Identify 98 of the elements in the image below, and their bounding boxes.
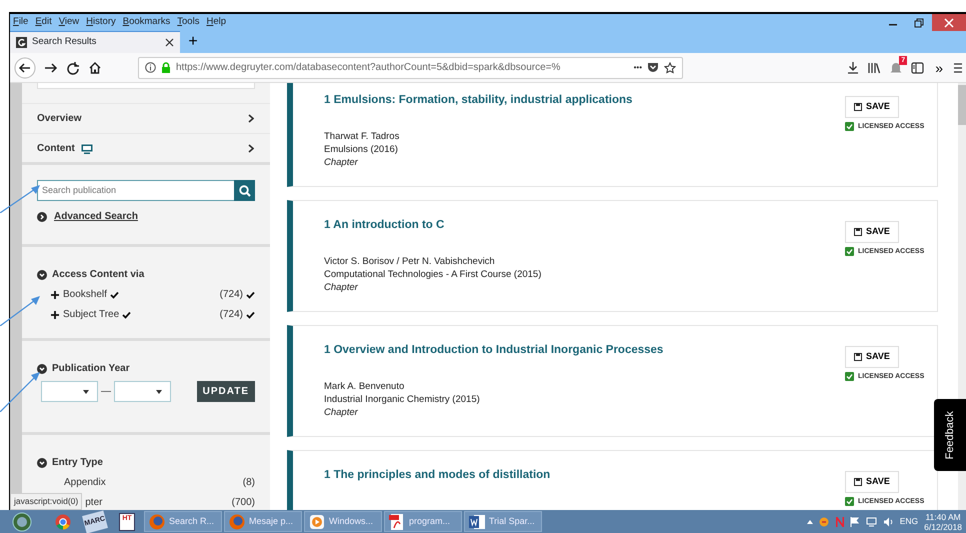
search-field[interactable]: Search publication (37, 180, 234, 201)
caret-down-icon (83, 390, 89, 394)
start-button-icon[interactable] (12, 512, 32, 532)
result-type: Chapter (324, 406, 359, 419)
network-icon[interactable] (866, 516, 877, 526)
checkbox-checked-icon (845, 247, 854, 256)
check-icon (110, 290, 119, 298)
result-title[interactable]: 1 An introduction to C (324, 219, 845, 233)
menu-item[interactable]: Tools (177, 15, 200, 30)
plus-icon[interactable] (51, 290, 59, 298)
chevron-down-circle-icon[interactable] (37, 458, 47, 468)
browser-tab[interactable]: Search Results (10, 31, 180, 53)
caret-up-icon[interactable] (806, 520, 813, 524)
annotation-arrow (0, 296, 40, 326)
library-icon[interactable] (867, 62, 882, 74)
menu-item[interactable]: View (58, 15, 80, 30)
menu-item[interactable]: Help (206, 15, 226, 30)
address-bar[interactable]: https://www.degruyter.com/databasecontent?authorCount=5&dbid=spark&dbsource=% ••• (138, 56, 683, 78)
speaker-icon[interactable] (882, 516, 894, 526)
star-icon[interactable] (664, 62, 676, 74)
result-type: Chapter (324, 156, 359, 169)
media-player-icon (309, 514, 325, 530)
check-icon (246, 310, 255, 318)
checkbox-checked-icon (845, 497, 854, 506)
site-logo-icon (16, 37, 27, 48)
close-icon[interactable] (165, 38, 174, 47)
info-icon (145, 62, 156, 73)
pocket-icon[interactable] (647, 62, 659, 73)
chevron-right-icon[interactable] (248, 114, 254, 123)
chevron-down-circle-icon[interactable] (37, 364, 47, 374)
save-button[interactable]: SAVE (845, 221, 899, 242)
filter-label[interactable]: Subject Tree (63, 307, 120, 322)
filter-label[interactable]: pter (85, 495, 102, 510)
annotation-arrow (0, 185, 40, 213)
scrollbar-thumb[interactable] (958, 85, 966, 125)
save-button[interactable]: SAVE (845, 346, 899, 368)
result-source: Emulsions (2016) (324, 142, 399, 156)
filter-count: (724) (220, 288, 243, 302)
search-icon[interactable] (238, 184, 250, 196)
section-heading: Access Content via (52, 268, 144, 282)
caret-down-icon (156, 390, 162, 394)
filter-label[interactable]: Bookshelf (63, 287, 107, 302)
check-icon (246, 290, 255, 298)
filter-count: (724) (220, 308, 243, 322)
document-icon (469, 514, 485, 530)
menu-item[interactable]: File (13, 15, 28, 30)
range-separator: — (101, 385, 111, 399)
reload-icon[interactable] (66, 60, 80, 74)
pdf-icon (389, 514, 405, 530)
overflow-button[interactable]: » (932, 60, 946, 74)
new-tab-button[interactable]: + (180, 31, 206, 53)
browser-icon (149, 514, 165, 530)
advanced-search-link[interactable]: Advanced Search (54, 209, 138, 224)
filter-count: (8) (242, 476, 255, 490)
result-authors: Tharwat F. Tadros (324, 130, 400, 143)
browser-icon (229, 514, 245, 530)
result-title[interactable]: 1 Overview and Introduction to Industrial Inorganic Processes (324, 344, 845, 358)
result-type: Chapter (324, 280, 359, 294)
lock-icon (161, 62, 171, 73)
chevron-right-icon[interactable] (248, 144, 254, 153)
feedback-tab[interactable]: Feedback (934, 399, 966, 471)
plus-icon[interactable] (51, 310, 59, 318)
update-button[interactable]: UPDATE (196, 381, 255, 402)
annotation-arrow (0, 372, 40, 412)
checkbox-checked-icon (845, 372, 854, 382)
menu-item[interactable]: History (86, 15, 116, 30)
download-icon[interactable] (847, 61, 860, 74)
status-tooltip: javascript:void(0) (10, 493, 82, 510)
result-source: Industrial Inorganic Chemistry (2015) (324, 392, 481, 406)
section-heading: Publication Year (52, 362, 130, 376)
result-authors: Mark A. Benvenuto (324, 380, 406, 393)
menu-item[interactable]: Bookmarks (122, 15, 170, 30)
forward-icon[interactable] (44, 60, 58, 74)
restore-icon[interactable] (914, 18, 924, 28)
result-authors: Victor S. Borisov / Petr N. Vabishchevich (324, 254, 496, 268)
result-title[interactable]: 1 The principles and modes of distillation (324, 469, 845, 483)
result-title[interactable]: 1 Emulsions: Formation, stability, industrial applications (324, 94, 845, 108)
home-icon[interactable] (88, 60, 102, 74)
clock[interactable]: 11:40 AM 6/12/2018 (924, 512, 962, 532)
check-icon (122, 310, 132, 318)
checkbox-checked-icon (845, 122, 854, 132)
sidebar-icon[interactable] (911, 62, 924, 74)
save-button[interactable]: SAVE (845, 96, 899, 118)
back-icon[interactable] (14, 56, 36, 78)
result-source: Computational Technologies - A First Course (2015) (324, 268, 542, 281)
language-indicator[interactable]: ENG (900, 515, 918, 528)
flag-icon[interactable] (850, 516, 860, 526)
bell-icon[interactable] (889, 60, 904, 74)
menu-item[interactable]: Edit (35, 15, 52, 30)
chevron-down-circle-icon[interactable] (37, 270, 47, 280)
filter-label[interactable]: Appendix (64, 475, 106, 490)
input-field[interactable] (37, 83, 255, 89)
save-button[interactable]: SAVE (845, 471, 899, 492)
filter-count: (700) (232, 496, 255, 510)
browser-icon[interactable] (55, 514, 71, 530)
menu-icon[interactable] (954, 62, 962, 74)
section-heading: Entry Type (52, 456, 103, 470)
sidebar-nav-item[interactable]: Content (22, 133, 270, 162)
